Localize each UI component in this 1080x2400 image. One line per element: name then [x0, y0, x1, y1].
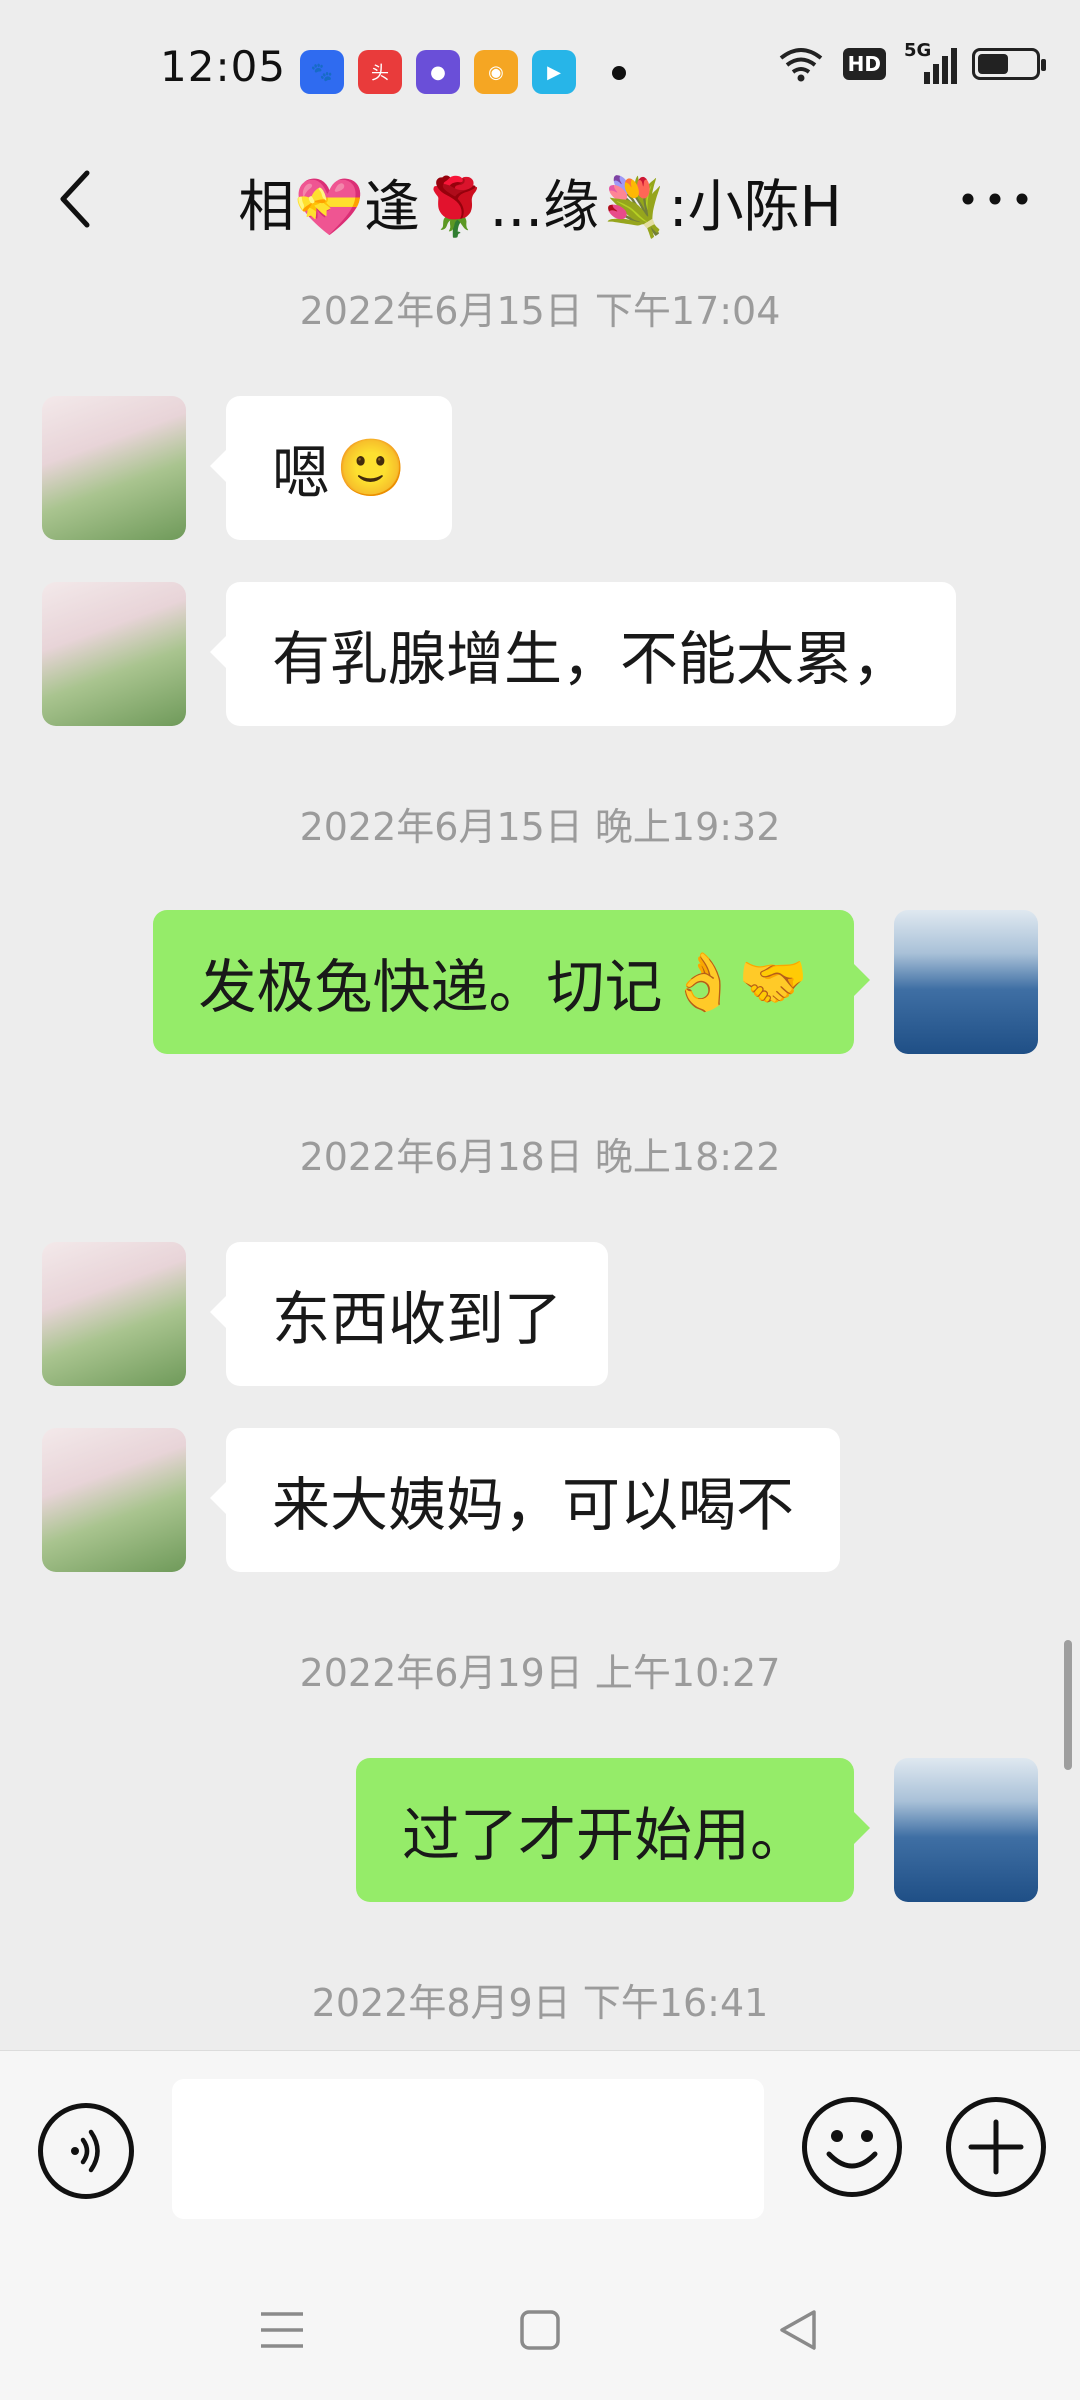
network-type: 5G	[904, 40, 932, 61]
message-text: 来大姨妈，可以喝不	[272, 1471, 795, 1539]
menu-nav-button[interactable]	[252, 2300, 312, 2360]
message-list[interactable]: 2022年6月15日 下午17:04 嗯 🙂 有乳腺增生，不能太累， 2022年6…	[0, 260, 1080, 2050]
hd-badge: HD	[842, 48, 886, 80]
chevron-left-icon	[60, 170, 90, 228]
my-avatar[interactable]	[894, 1758, 1038, 1902]
contact-avatar[interactable]	[42, 1428, 186, 1572]
my-avatar[interactable]	[894, 910, 1038, 1054]
message-input[interactable]	[172, 2079, 764, 2219]
message-text: 有乳腺增生，不能太累，	[272, 625, 911, 693]
incoming-message-bubble[interactable]: 嗯 🙂	[210, 396, 452, 540]
message-text: 过了才开始用。	[401, 1801, 808, 1869]
back-triangle-icon	[780, 2310, 816, 2350]
message-timestamp: 2022年6月15日 晚上19:32	[299, 805, 781, 849]
scrollbar[interactable]	[1064, 1640, 1072, 1770]
voice-icon	[71, 2129, 100, 2173]
message-timestamp: 2022年8月9日 下午16:41	[311, 1981, 769, 2025]
contact-avatar[interactable]	[42, 582, 186, 726]
home-nav-button[interactable]	[510, 2300, 570, 2360]
toutiao-icon: 头	[358, 50, 402, 94]
circle-app-icon: ●	[416, 50, 460, 94]
smiley-icon	[826, 2130, 878, 2169]
input-bar	[0, 2050, 1080, 2261]
incoming-message-bubble[interactable]: 东西收到了	[209, 1242, 609, 1386]
more-dots-icon	[962, 193, 1028, 205]
video-app-icon: ▶	[532, 50, 576, 94]
contact-avatar[interactable]	[42, 396, 186, 540]
back-button[interactable]	[40, 164, 110, 234]
contact-avatar[interactable]	[42, 1242, 186, 1386]
notification-icons: 🐾 头 ● ◉ ▶	[300, 50, 576, 94]
more-options-button[interactable]	[950, 164, 1040, 234]
message-text: 东西收到了	[272, 1285, 563, 1353]
outgoing-message-bubble[interactable]: 过了才开始用。	[355, 1758, 871, 1902]
signal-icon: 5G	[904, 40, 957, 84]
baidu-icon: 🐾	[300, 50, 344, 94]
incoming-message-bubble[interactable]: 有乳腺增生，不能太累，	[209, 582, 957, 726]
message-timestamp: 2022年6月15日 下午17:04	[299, 289, 781, 333]
more-notifications-dot	[612, 66, 626, 80]
system-status-icons: HD 5G	[777, 40, 1046, 84]
message-timestamp: 2022年6月19日 上午10:27	[299, 1651, 781, 1695]
status-time: 12:05	[160, 42, 287, 91]
message-text: 嗯	[272, 439, 331, 507]
weibo-icon: ◉	[474, 50, 518, 94]
chat-title: 相💝逢🌹...缘💐:小陈H	[238, 175, 842, 240]
wifi-icon	[779, 48, 822, 82]
home-square-icon	[520, 2310, 560, 2350]
emoji-button[interactable]	[802, 2097, 902, 2197]
smile-emoji-icon: 🙂	[336, 436, 406, 501]
chat-header: 相💝逢🌹...缘💐:小陈H	[0, 140, 1080, 260]
message-text: 发极兔快递。切记	[198, 953, 663, 1021]
system-navigation-bar	[0, 2260, 1080, 2400]
plus-icon	[968, 2119, 1024, 2175]
outgoing-message-bubble[interactable]: 发极兔快递。切记 👌🤝	[152, 910, 871, 1054]
more-features-button[interactable]	[946, 2097, 1046, 2197]
status-bar: 12:05 🐾 头 ● ◉ ▶ HD 5G	[0, 0, 1080, 140]
voice-input-button[interactable]	[38, 2103, 134, 2199]
incoming-message-bubble[interactable]: 来大姨妈，可以喝不	[209, 1428, 841, 1572]
message-timestamp: 2022年6月18日 晚上18:22	[299, 1135, 781, 1179]
menu-icon	[261, 2312, 303, 2348]
battery-icon	[972, 48, 1046, 80]
back-nav-button[interactable]	[768, 2300, 828, 2360]
ok-handshake-emoji-icon: 👌🤝	[668, 950, 808, 1015]
